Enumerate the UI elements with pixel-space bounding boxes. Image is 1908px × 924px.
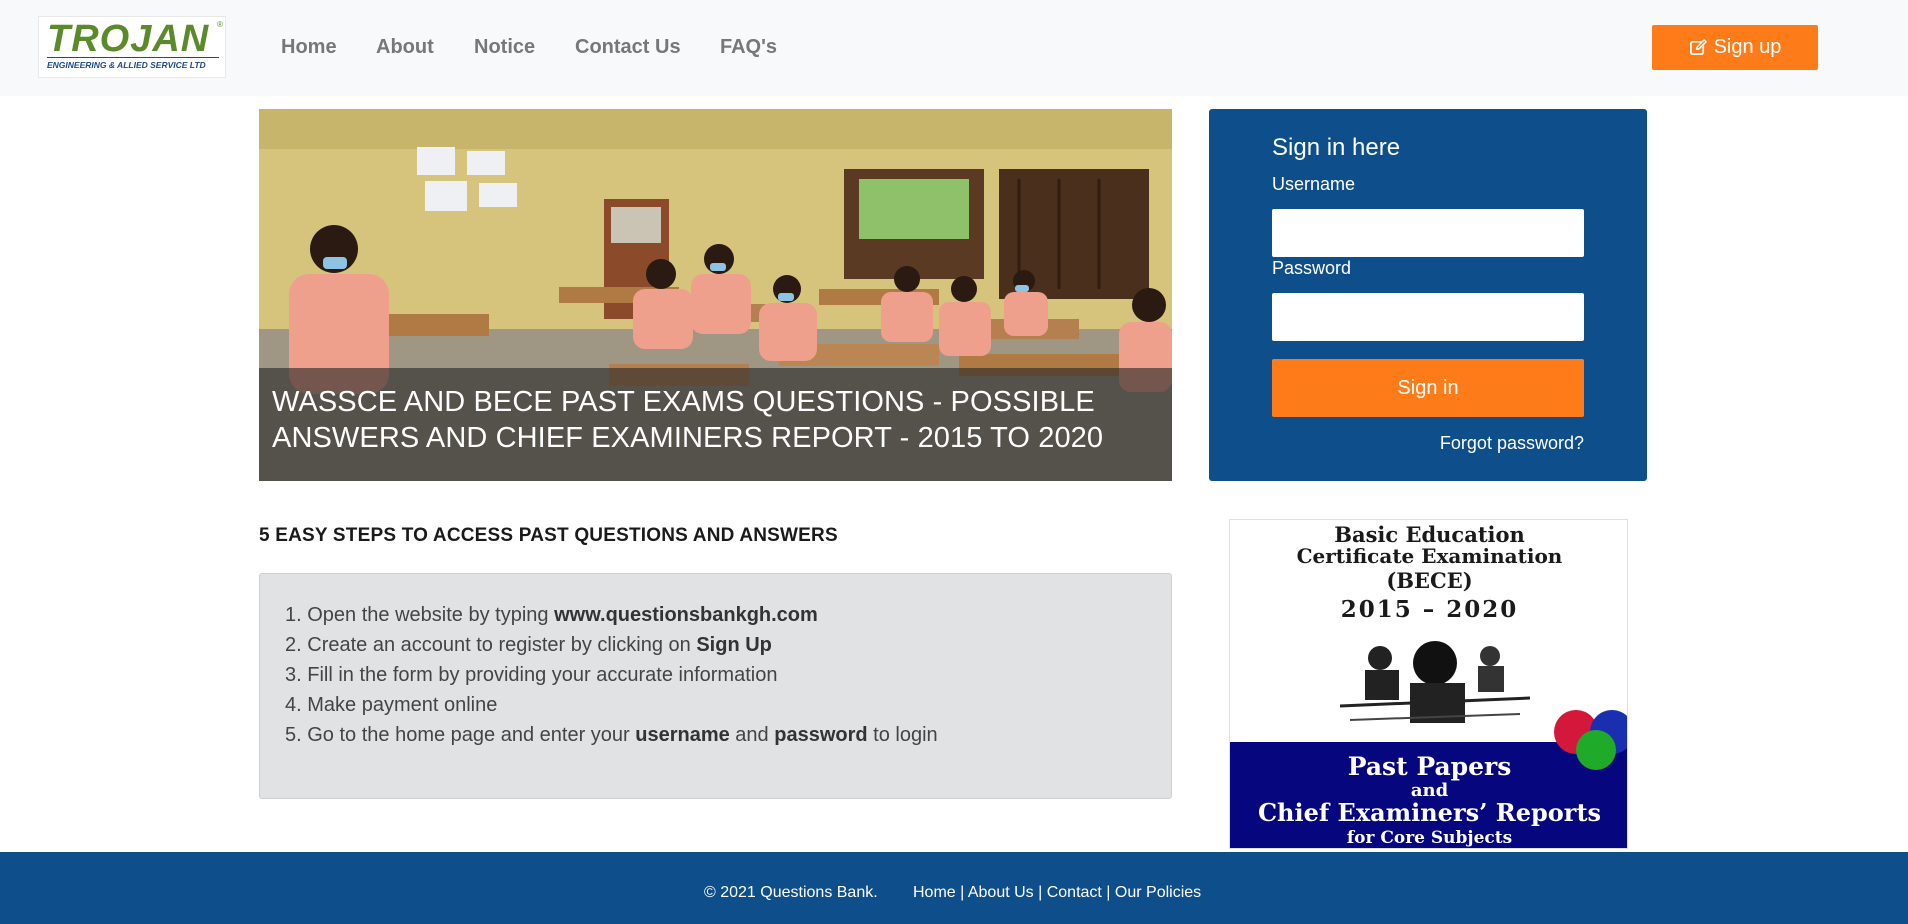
footer-home-link[interactable]: Home [913,884,956,901]
steps-list: 1. Open the website by typing www.questi… [285,600,938,750]
footer-about-link[interactable]: About Us [968,884,1034,901]
signup-button-label: Sign up [1713,36,1782,58]
trojan-logo[interactable]: TROJAN ® ENGINEERING & ALLIED SERVICE LT… [38,16,226,78]
step-text: to login [867,724,938,746]
edit-icon [1689,39,1707,56]
signup-button[interactable]: Sign up [1652,25,1818,70]
step-item: 2. Create an account to register by clic… [285,630,938,660]
bece-book-cover-image: Basic Education Certificate Examination … [1229,519,1628,849]
signin-button[interactable]: Sign in [1272,359,1584,417]
step-text: and [729,724,775,746]
top-navbar: TROJAN ® ENGINEERING & ALLIED SERVICE LT… [0,0,1908,96]
steps-heading: 5 EASY STEPS TO ACCESS PAST QUESTIONS AN… [259,525,838,546]
nav-contact-link[interactable]: Contact Us [575,36,681,59]
book-cover-line: Certificate Examination [1296,544,1563,568]
step-text: Open the website by typing [307,604,555,626]
username-input[interactable] [1272,209,1584,257]
footer-separator: | [955,884,968,901]
step-text: Go to the home page and enter your [307,724,636,746]
step-text: Make payment online [307,694,498,716]
footer: © 2021 Questions Bank. Home | About Us |… [0,852,1908,924]
book-cover-line: 2015 – 2020 [1340,596,1519,623]
step-text: Create an account to register by clickin… [307,634,697,656]
logo-tagline: ENGINEERING & ALLIED SERVICE LTD [47,57,219,70]
forgot-password-link[interactable]: Forgot password? [1440,433,1584,454]
book-cover-illustration [1340,628,1530,728]
nav-notice-link[interactable]: Notice [474,36,535,59]
step-bold-text: username [635,724,730,746]
step-number: 2. [285,634,302,656]
step-bold-text: Sign Up [696,634,772,656]
step-item: 5. Go to the home page and enter your us… [285,720,938,750]
footer-policies-link[interactable]: Our Policies [1115,884,1201,901]
book-cover-circles [1554,710,1627,770]
step-number: 1. [285,604,302,626]
step-item: 1. Open the website by typing www.questi… [285,600,938,630]
footer-separator: | [1101,884,1115,901]
password-input[interactable] [1272,293,1584,341]
book-cover-line: Chief Examiners’ Reports [1257,798,1602,827]
step-text: Fill in the form by providing your accur… [307,664,778,686]
footer-copyright: © 2021 Questions Bank. [704,884,878,901]
book-cover-line: for Core Subjects [1346,828,1513,848]
footer-contact-link[interactable]: Contact [1047,884,1102,901]
username-label: Username [1272,174,1356,194]
step-item: 3. Fill in the form by providing your ac… [285,660,938,690]
step-number: 3. [285,664,302,686]
step-number: 4. [285,694,302,716]
hero-caption-text: WASSCE AND BECE PAST EXAMS QUESTIONS - P… [272,386,1104,454]
footer-separator: | [1033,884,1047,901]
hero-caption-overlay: WASSCE AND BECE PAST EXAMS QUESTIONS - P… [259,368,1172,481]
nav-about-link[interactable]: About [376,36,434,59]
book-cover-line: (BECE) [1386,568,1473,593]
signin-panel: Sign in here Username Password Sign in F… [1209,109,1647,481]
step-bold-text: password [774,724,868,746]
steps-panel: 1. Open the website by typing www.questi… [259,573,1172,799]
step-item: 4. Make payment online [285,690,938,720]
password-label: Password [1272,258,1352,278]
nav-home-link[interactable]: Home [281,36,337,59]
logo-registered-mark: ® [217,20,223,29]
step-bold-text: www.questionsbankgh.com [554,604,818,626]
footer-links: Home | About Us | Contact | Our Policies [913,884,1201,902]
signin-title: Sign in here [1272,134,1401,161]
nav-faq-link[interactable]: FAQ's [720,36,777,59]
hero-banner: WASSCE AND BECE PAST EXAMS QUESTIONS - P… [259,109,1172,481]
step-number: 5. [285,724,302,746]
logo-wordmark: TROJAN [47,18,210,60]
